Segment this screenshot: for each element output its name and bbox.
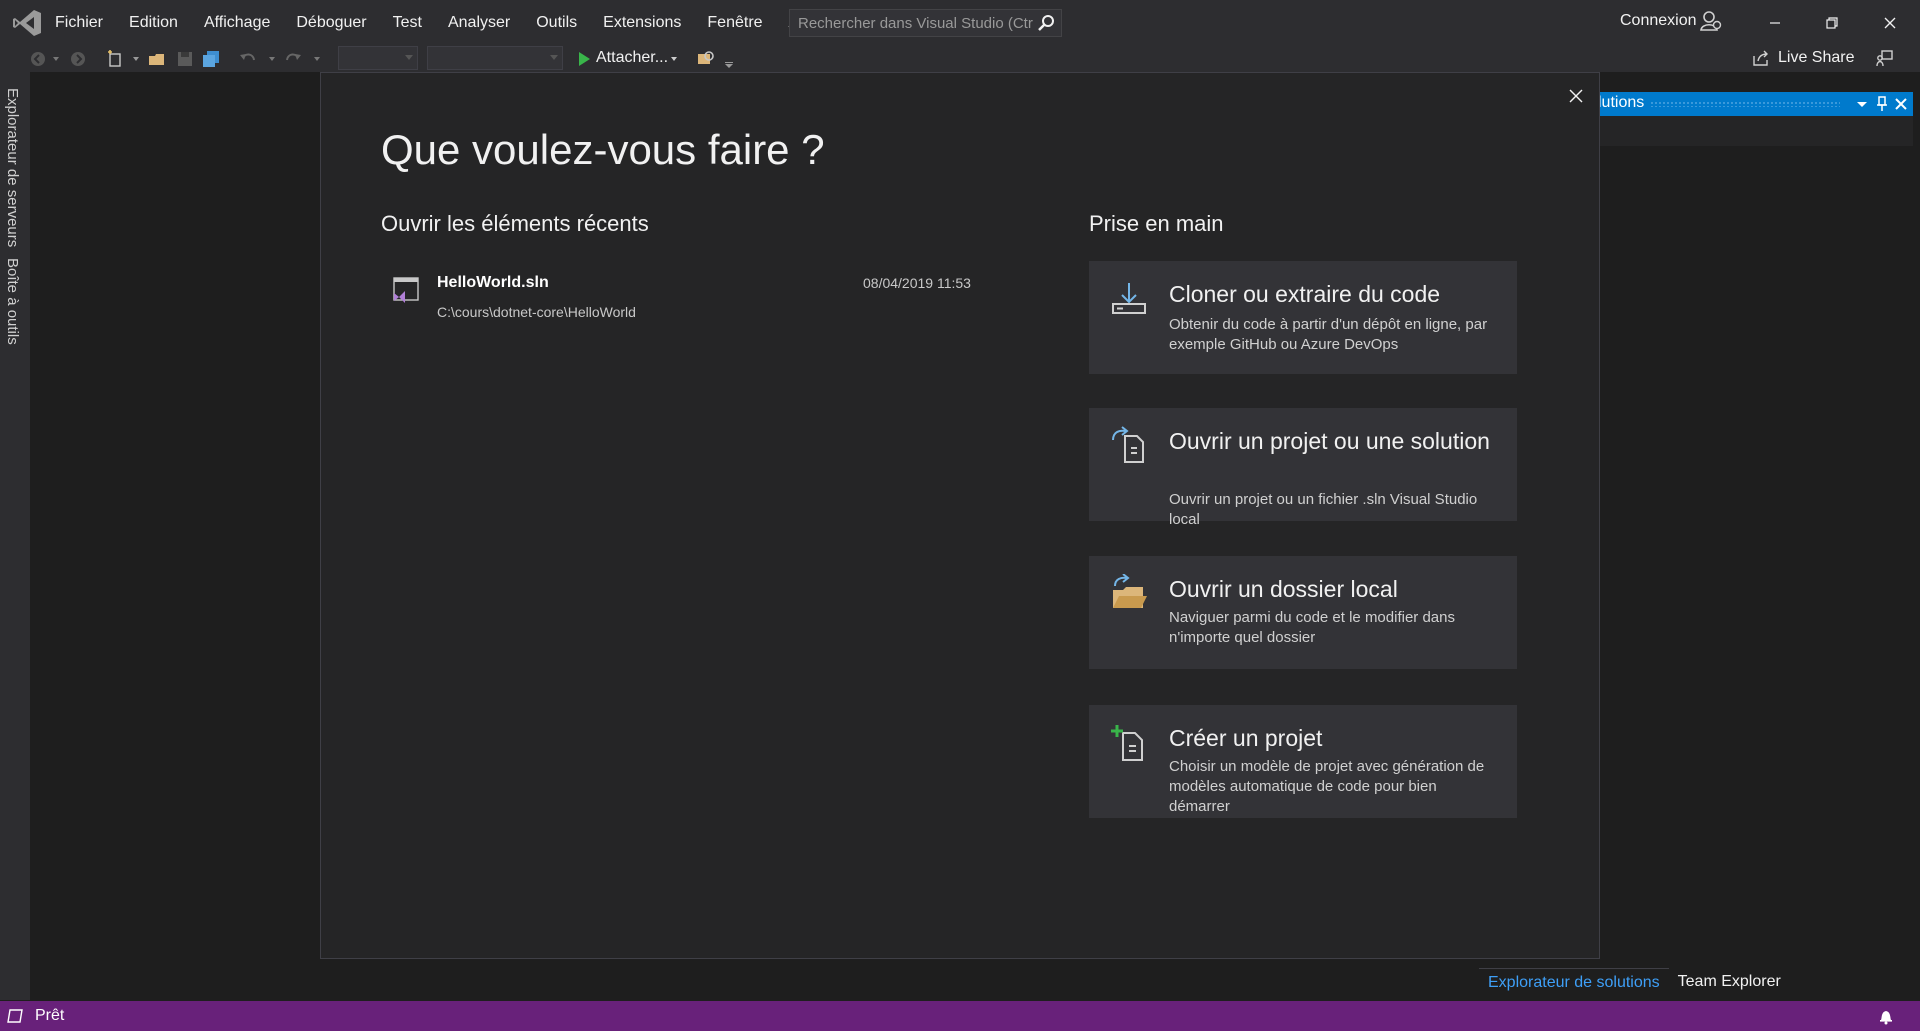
card-description: Naviguer parmi du code et le modifier da… — [1169, 609, 1455, 646]
panel-grip[interactable] — [1650, 101, 1840, 107]
live-share-label: Live Share — [1778, 49, 1855, 66]
feedback-icon[interactable] — [1874, 49, 1894, 69]
card-description: Choisir un modèle de projet avec générat… — [1169, 758, 1485, 815]
title-bar: Fichier Edition Affichage Déboguer Test … — [0, 0, 1920, 46]
close-window-icon[interactable] — [1877, 10, 1903, 36]
notification-bell-icon[interactable] — [1877, 1007, 1895, 1025]
solution-explorer-title: lutions — [1598, 94, 1645, 111]
menu-edition[interactable]: Edition — [116, 0, 191, 46]
undo-icon[interactable] — [238, 49, 258, 69]
status-bar: Prêt — [0, 1001, 1920, 1031]
menu-affichage[interactable]: Affichage — [191, 0, 283, 46]
open-folder-card[interactable]: Ouvrir un dossier local Naviguer parmi d… — [1089, 556, 1517, 669]
recent-item-date: 08/04/2019 11:53 — [863, 275, 971, 291]
redo-icon[interactable] — [283, 49, 303, 69]
card-title: Cloner ou extraire du code — [1169, 281, 1441, 307]
card-title: Ouvrir un projet ou une solution — [1169, 428, 1490, 454]
menu-fenetre[interactable]: Fenêtre — [694, 0, 775, 46]
open-file-icon[interactable] — [147, 49, 167, 69]
minimize-icon[interactable] — [1762, 10, 1788, 36]
start-window: Que voulez-vous faire ? Ouvrir les éléme… — [320, 72, 1600, 959]
close-start-window-icon[interactable] — [1565, 85, 1587, 107]
server-explorer-tab[interactable]: Explorateur de serveurs — [4, 88, 21, 247]
new-project-toolbar-icon[interactable] — [106, 49, 126, 69]
close-panel-icon[interactable] — [1891, 94, 1911, 114]
attach-button[interactable]: Attacher... — [596, 49, 668, 67]
menu-outils[interactable]: Outils — [523, 0, 590, 46]
back-icon[interactable] — [28, 49, 48, 69]
toolbar: Attacher... Live Share — [0, 46, 1920, 72]
menu-extensions[interactable]: Extensions — [590, 0, 694, 46]
menu-test[interactable]: Test — [380, 0, 435, 46]
toolbox-tab[interactable]: Boîte à outils — [4, 258, 21, 345]
back-dropdown-icon[interactable] — [53, 57, 59, 61]
new-project-icon — [1111, 725, 1143, 761]
toolbar-overflow-icon[interactable] — [725, 62, 733, 68]
recent-item-path: C:\cours\dotnet-core\HelloWorld — [437, 304, 636, 320]
card-description: Obtenir du code à partir d'un dépôt en l… — [1169, 316, 1488, 353]
solution-file-icon — [393, 277, 419, 303]
configuration-combo[interactable] — [338, 46, 418, 70]
menu-analyser[interactable]: Analyser — [435, 0, 523, 46]
redo-dropdown-icon[interactable] — [314, 57, 320, 61]
panel-tabs: Explorateur de solutions Team Explorer — [1479, 968, 1790, 996]
open-project-icon — [1112, 426, 1144, 463]
menu-fichier[interactable]: Fichier — [42, 0, 116, 46]
open-folder-icon — [1113, 574, 1147, 608]
solution-explorer-toolbar — [1590, 116, 1913, 146]
pin-icon[interactable] — [1872, 94, 1892, 114]
find-in-files-icon[interactable] — [696, 49, 716, 69]
recent-item-name: HelloWorld.sln — [437, 274, 549, 291]
attach-dropdown-icon[interactable] — [671, 57, 677, 61]
menu-deboguer[interactable]: Déboguer — [283, 0, 379, 46]
restore-icon[interactable] — [1819, 10, 1845, 36]
live-share-icon — [1753, 50, 1768, 66]
recent-section-title: Ouvrir les éléments récents — [381, 211, 649, 236]
create-project-card[interactable]: Créer un projet Choisir un modèle de pro… — [1089, 705, 1517, 818]
status-icon — [7, 1009, 23, 1023]
undo-dropdown-icon[interactable] — [269, 57, 275, 61]
get-started-section-title: Prise en main — [1089, 211, 1224, 236]
card-description: Ouvrir un projet ou un fichier .sln Visu… — [1169, 491, 1478, 528]
solution-explorer-header: lutions — [1590, 92, 1913, 116]
tab-team-explorer[interactable]: Team Explorer — [1669, 968, 1790, 996]
save-icon[interactable] — [175, 49, 195, 69]
live-share-button[interactable]: Live Share — [1752, 49, 1855, 67]
new-dropdown-icon[interactable] — [133, 57, 139, 61]
platform-combo[interactable] — [427, 46, 563, 70]
search-icon[interactable] — [1037, 14, 1055, 32]
clone-download-icon — [1112, 283, 1146, 314]
visual-studio-logo-icon[interactable] — [12, 9, 42, 37]
start-debug-icon[interactable] — [574, 49, 594, 69]
page-title: Que voulez-vous faire ? — [381, 126, 825, 173]
panel-dropdown-icon[interactable] — [1852, 94, 1872, 114]
sign-in-link[interactable]: Connexion — [1620, 12, 1697, 30]
search-placeholder: Rechercher dans Visual Studio (Ctrl... — [798, 15, 1033, 32]
card-title: Ouvrir un dossier local — [1169, 576, 1398, 602]
clone-code-card[interactable]: Cloner ou extraire du code Obtenir du co… — [1089, 261, 1517, 374]
search-input[interactable]: Rechercher dans Visual Studio (Ctrl... — [789, 9, 1062, 37]
account-icon[interactable] — [1700, 10, 1722, 32]
status-text: Prêt — [35, 1007, 65, 1024]
open-project-card[interactable]: Ouvrir un projet ou une solution Ouvrir … — [1089, 408, 1517, 528]
card-title: Créer un projet — [1169, 725, 1323, 751]
save-all-icon[interactable] — [201, 49, 221, 69]
tab-solution-explorer[interactable]: Explorateur de solutions — [1479, 968, 1669, 996]
menu-bar: Fichier Edition Affichage Déboguer Test … — [42, 0, 834, 46]
left-tool-strip: Explorateur de serveurs Boîte à outils — [0, 72, 30, 1000]
forward-icon[interactable] — [68, 49, 88, 69]
